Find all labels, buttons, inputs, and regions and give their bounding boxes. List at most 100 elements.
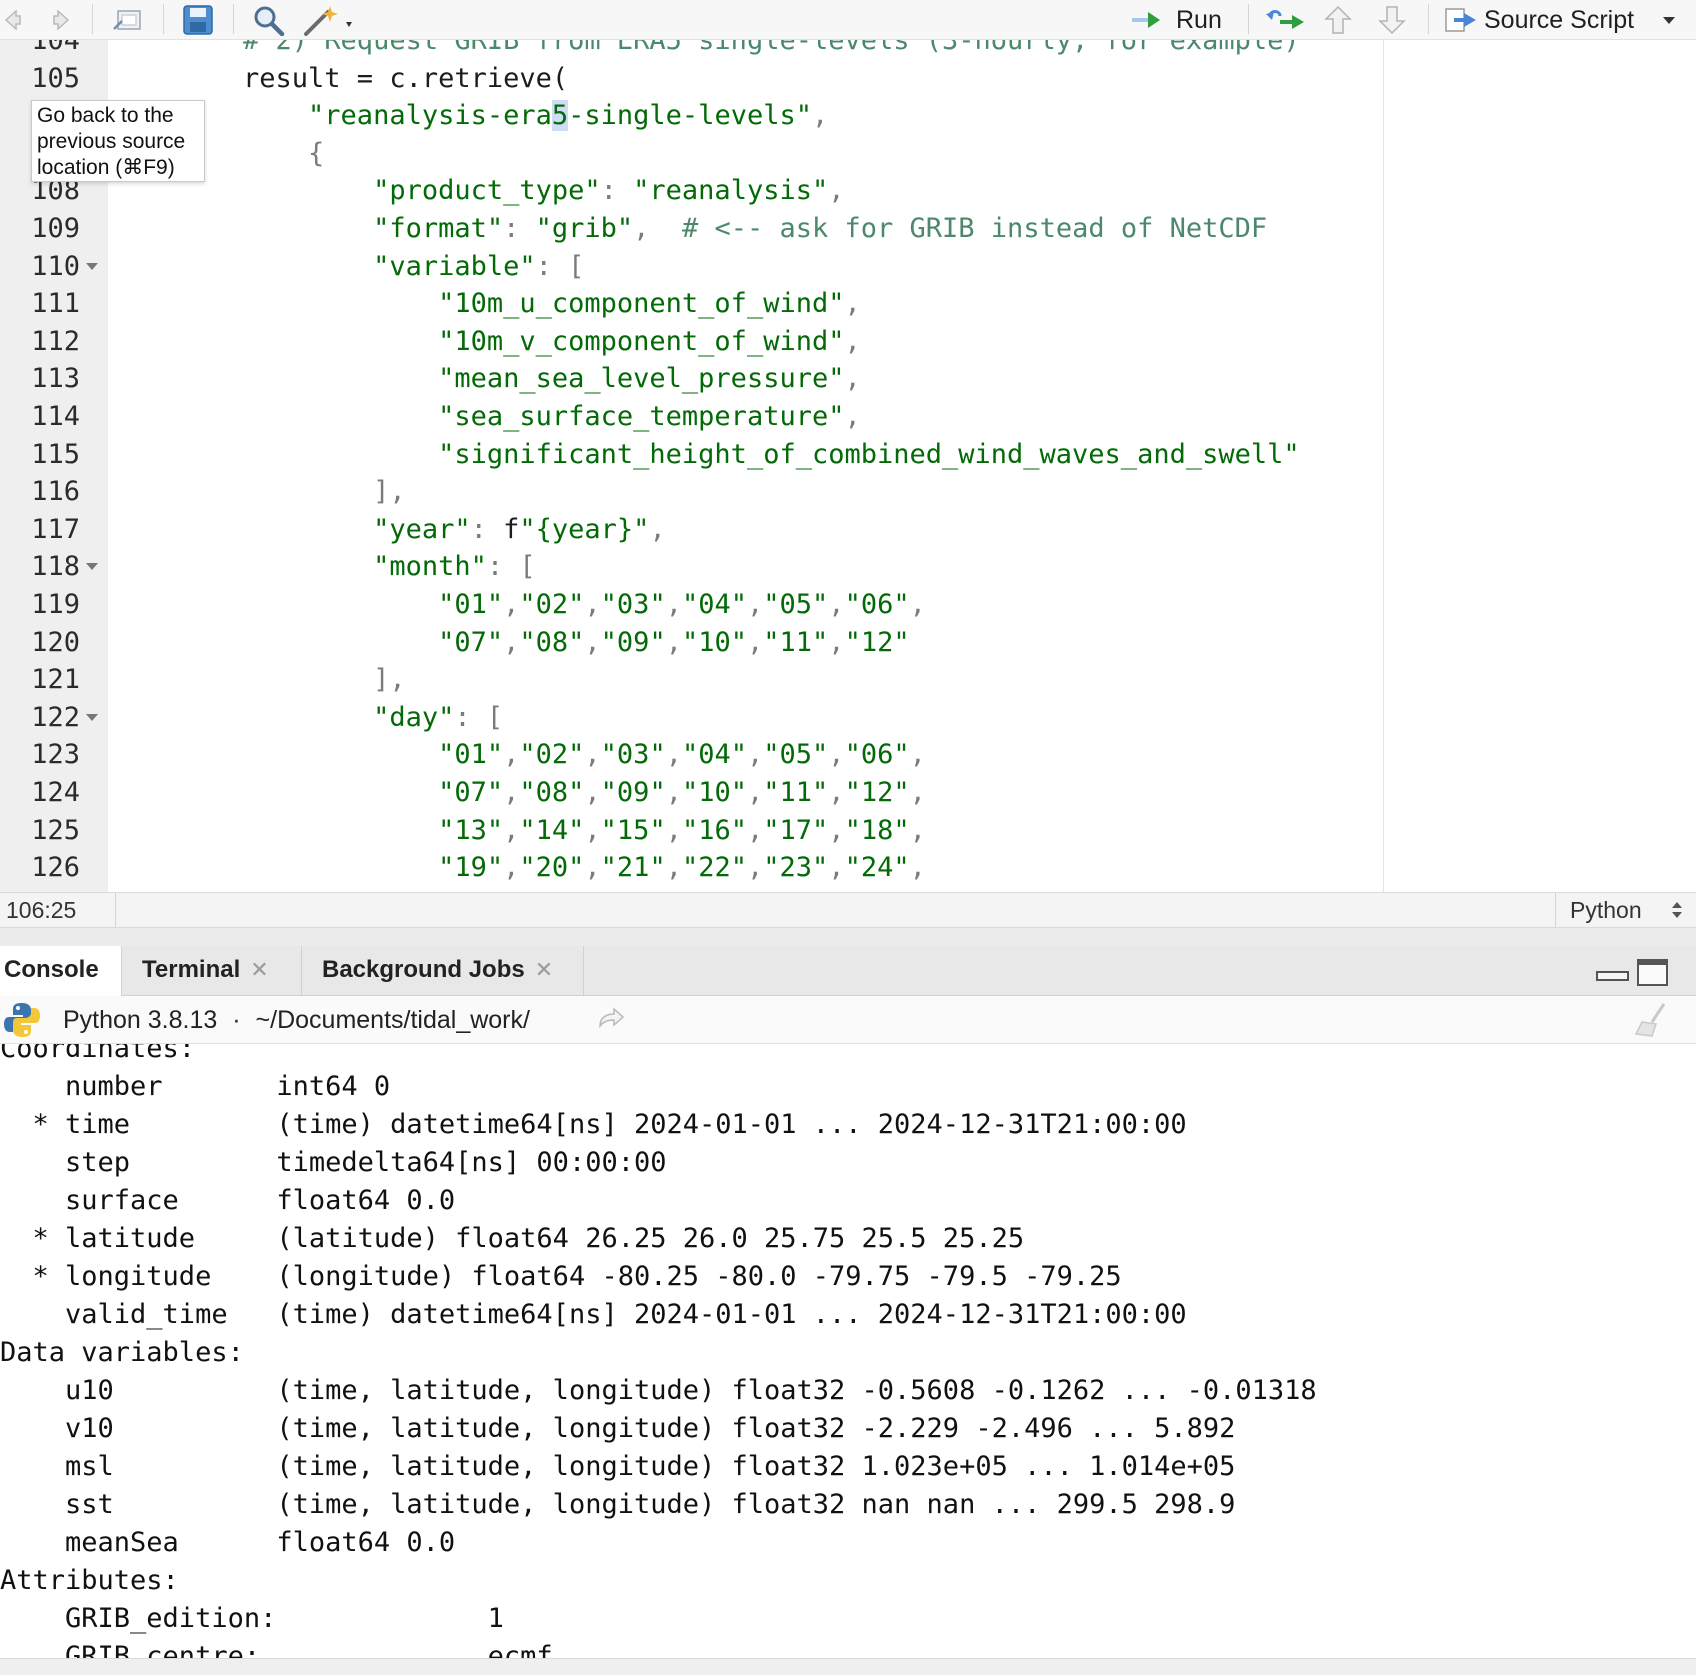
fold-toggle-icon[interactable] — [86, 563, 98, 571]
cursor-position[interactable]: 106:25 — [6, 893, 116, 927]
clear-console-broom-icon[interactable] — [1630, 1000, 1674, 1040]
language-label: Python — [1570, 897, 1642, 923]
tab-console[interactable]: Console — [0, 946, 122, 996]
source-script-label: Source Script — [1484, 5, 1635, 34]
code-tools-button[interactable] — [302, 4, 356, 36]
maximize-pane-button[interactable] — [1636, 958, 1670, 992]
line-number: 113 — [31, 363, 80, 395]
go-to-directory-icon[interactable] — [596, 1006, 626, 1032]
source-script-button[interactable]: Source Script — [1444, 4, 1634, 36]
code-text: # 2) Request GRIB from ERA5 single-level… — [178, 40, 1300, 56]
code-line: 125 "13","14","15","16","17","18", — [0, 812, 1696, 849]
run-button[interactable]: Run — [1130, 4, 1222, 36]
header-separator: · — [232, 1006, 241, 1034]
python-version: Python 3.8.13 — [63, 1006, 218, 1034]
code-text: "10m_v_component_of_wind", — [178, 325, 861, 357]
popout-window-icon — [113, 10, 141, 30]
search-icon — [254, 6, 285, 36]
code-text: "10m_u_component_of_wind", — [178, 288, 861, 320]
console-line: valid_time (time) datetime64[ns] 2024-01… — [0, 1299, 1187, 1330]
line-number: 109 — [31, 213, 80, 244]
console-line: GRIB_centre: ecmf — [0, 1641, 553, 1658]
tab-background-jobs[interactable]: Background Jobs ✕ — [302, 946, 584, 996]
pane-splitter[interactable] — [0, 928, 1696, 946]
source-options-dropdown[interactable] — [1660, 4, 1680, 36]
arrow-up-icon — [1324, 5, 1352, 34]
line-number: 124 — [31, 777, 80, 808]
line-number: 111 — [31, 288, 80, 320]
code-line: 120 "07","08","09","10","11","12" — [0, 624, 1696, 661]
toolbar-separator — [163, 4, 164, 34]
save-disk-icon — [183, 5, 213, 35]
code-line: 118 "month": [ — [0, 548, 1696, 585]
show-in-window-button[interactable] — [108, 4, 148, 36]
tab-label: Background Jobs — [322, 956, 525, 983]
code-line: 115 "significant_height_of_combined_wind… — [0, 436, 1696, 473]
back-button[interactable] — [4, 4, 38, 36]
minimize-icon — [1596, 971, 1629, 981]
code-line: 124 "07","08","09","10","11","12", — [0, 774, 1696, 811]
code-line: 114 "sea_surface_temperature", — [0, 398, 1696, 435]
tooltip-line: previous source — [37, 130, 186, 153]
code-text: "19","20","21","22","23","24", — [178, 852, 926, 884]
console-line: msl (time, latitude, longitude) float32 … — [0, 1451, 1236, 1482]
code-editor[interactable]: 104 # 2) Request GRIB from ERA5 single-l… — [0, 40, 1696, 892]
fold-toggle-icon[interactable] — [86, 713, 98, 721]
line-number: 122 — [31, 701, 80, 733]
code-line: 107 { — [0, 135, 1696, 172]
console-line: sst (time, latitude, longitude) float32 … — [0, 1489, 1236, 1520]
code-text: "month": [ — [178, 551, 536, 583]
source-arrow-icon — [1445, 8, 1476, 32]
magic-wand-icon — [304, 6, 352, 36]
code-text: ], — [178, 664, 406, 696]
code-text: "significant_height_of_combined_wind_wav… — [178, 438, 1300, 470]
save-button[interactable] — [178, 4, 218, 36]
code-line: 117 "year": f"{year}", — [0, 511, 1696, 548]
code-line: 119 "01","02","03","04","05","06", — [0, 586, 1696, 623]
code-line: 111 "10m_u_component_of_wind", — [0, 285, 1696, 322]
line-number: 116 — [31, 476, 80, 508]
arrow-down-icon — [1378, 6, 1406, 35]
code-text: "variable": [ — [178, 250, 585, 282]
window-bottom-edge — [0, 1658, 1696, 1675]
line-number: 105 — [31, 62, 80, 94]
arrow-left-icon — [4, 9, 21, 31]
minimize-pane-button[interactable] — [1596, 966, 1630, 986]
code-line: 113 "mean_sea_level_pressure", — [0, 360, 1696, 397]
close-icon[interactable]: ✕ — [250, 957, 268, 982]
code-line: 122 "day": [ — [0, 699, 1696, 736]
line-number: 123 — [31, 739, 80, 771]
chevron-down-icon — [1663, 17, 1675, 24]
code-line: 110 "variable": [ — [0, 248, 1696, 285]
rerun-button[interactable] — [1264, 4, 1308, 36]
console-output[interactable]: Coordinates: number int64 0 * time (time… — [0, 1044, 1696, 1658]
run-arrow-icon — [1132, 12, 1160, 28]
console-line: v10 (time, latitude, longitude) float32 … — [0, 1413, 1236, 1444]
fold-toggle-icon[interactable] — [86, 262, 98, 270]
close-icon[interactable]: ✕ — [535, 957, 553, 982]
previous-section-button[interactable] — [1322, 4, 1354, 36]
console-line: * longitude (longitude) float64 -80.25 -… — [0, 1261, 1122, 1292]
tab-terminal[interactable]: Terminal ✕ — [122, 946, 302, 996]
code-text: "01","02","03","04","05","06", — [178, 739, 926, 771]
updown-chevron-icon — [1672, 902, 1682, 918]
console-line: number int64 0 — [0, 1071, 391, 1102]
code-line: 121 ], — [0, 661, 1696, 698]
language-selector[interactable]: Python — [1555, 893, 1696, 927]
console-pane-tabs: Console Terminal ✕ Background Jobs ✕ — [0, 946, 1696, 996]
line-number: 115 — [31, 438, 80, 470]
code-line: 116 ], — [0, 473, 1696, 510]
editor-toolbar: Run Source Script — [0, 0, 1696, 40]
line-number: 114 — [31, 401, 80, 432]
code-line: 108 "product_type": "reanalysis", — [0, 172, 1696, 209]
next-section-button[interactable] — [1376, 4, 1408, 36]
find-replace-button[interactable] — [250, 4, 290, 36]
toolbar-separator — [1248, 4, 1249, 34]
line-number: 125 — [31, 814, 80, 846]
console-line: Coordinates: — [0, 1044, 196, 1064]
working-directory[interactable]: ~/Documents/tidal_work/ — [256, 1006, 530, 1034]
code-text: "13","14","15","16","17","18", — [178, 814, 926, 846]
forward-button[interactable] — [38, 4, 72, 36]
line-number: 119 — [31, 589, 80, 620]
console-line: * time (time) datetime64[ns] 2024-01-01 … — [0, 1109, 1187, 1140]
